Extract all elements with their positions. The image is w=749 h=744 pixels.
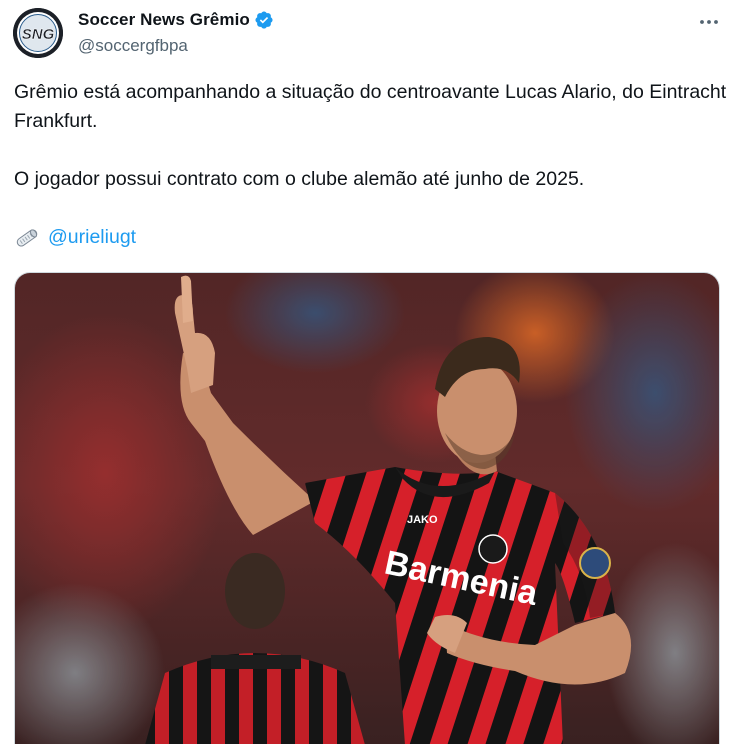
avatar-logo-text: SNG <box>22 26 55 43</box>
rolled-newspaper-icon <box>14 227 40 249</box>
more-options-icon[interactable] <box>697 10 721 34</box>
tweet-paragraph-2: O jogador possui contrato com o clube al… <box>14 168 585 190</box>
tweet-photo[interactable]: Barmenia JAKO <box>14 272 720 744</box>
jersey-brand-text: JAKO <box>407 514 438 526</box>
author-avatar[interactable]: SNG <box>13 8 63 58</box>
verified-badge-icon <box>254 10 274 30</box>
author-handle[interactable]: @soccergfbpa <box>78 36 274 56</box>
tweet-paragraph-1: Grêmio está acompanhando a situação do c… <box>14 81 727 132</box>
mention-link[interactable]: @urieliugt <box>48 223 136 252</box>
tweet-card: SNG Soccer News Grêmio @soccergfbpa Grêm… <box>0 0 749 744</box>
author-header: Soccer News Grêmio @soccergfbpa <box>78 9 274 56</box>
tweet-body: Grêmio está acompanhando a situação do c… <box>14 78 734 252</box>
author-display-name[interactable]: Soccer News Grêmio <box>78 10 250 30</box>
